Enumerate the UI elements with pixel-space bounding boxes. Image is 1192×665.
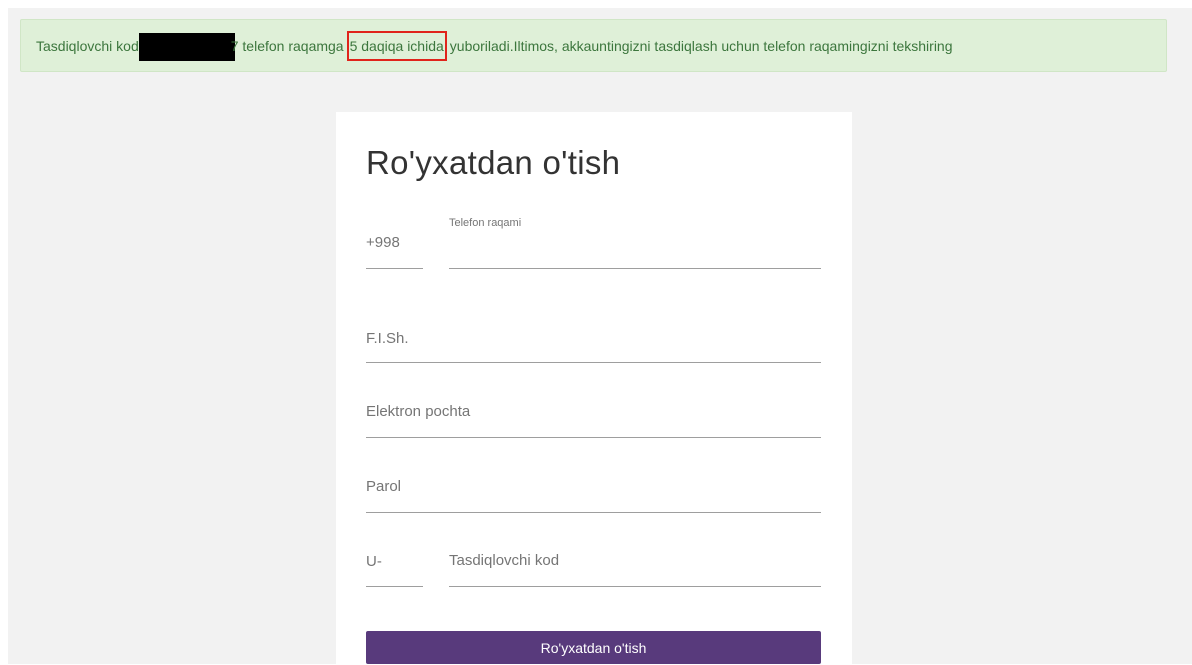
phone-prefix: +998: [366, 234, 400, 251]
phone-field-label: Telefon raqami: [449, 217, 522, 229]
code-field[interactable]: [449, 586, 821, 587]
fish-field[interactable]: [366, 362, 821, 363]
password-field[interactable]: [366, 512, 821, 513]
alert-text-suffix: yuboriladi.Iltimos, akkauntingizni tasdi…: [449, 38, 953, 54]
form-title: Ro'yxatdan o'tish: [366, 144, 621, 181]
code-field-label: Tasdiqlovchi kod: [449, 552, 560, 569]
code-prefix: U-: [366, 553, 382, 570]
phone-prefix-underline: [366, 268, 423, 269]
email-field-label: Elektron pochta: [366, 403, 471, 420]
redacted-phone-block: [138, 33, 235, 62]
register-button[interactable]: Ro'yxatdan o'tish: [366, 631, 821, 664]
code-prefix-underline: [366, 586, 423, 587]
password-field-label: Parol: [366, 478, 402, 495]
alert-highlight: 5 daqiqa ichida: [346, 31, 447, 61]
phone-field[interactable]: [449, 268, 821, 269]
fish-field-label: F.I.Sh.: [366, 330, 409, 347]
email-field[interactable]: [366, 437, 821, 438]
success-alert: Tasdiqlovchi kod 7 telefon raqamga 5 daqiq…: [20, 19, 1167, 72]
alert-text-prefix: Tasdiqlovchi kod: [36, 38, 139, 54]
alert-text-phone-suffix: 7 telefon raqamga: [230, 38, 344, 54]
registration-card: Ro'yxatdan o'tish +998 Telefon raqami F.…: [336, 112, 852, 664]
